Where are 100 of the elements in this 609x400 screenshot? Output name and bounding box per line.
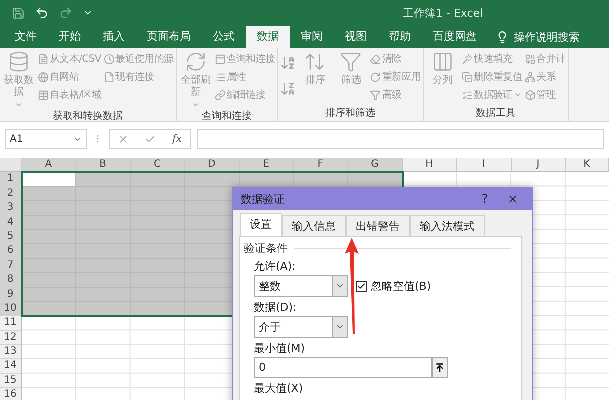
- row-header[interactable]: 13: [0, 345, 22, 360]
- minimum-input[interactable]: 0: [254, 357, 432, 378]
- column-header[interactable]: F: [294, 158, 348, 172]
- selected-cell[interactable]: [240, 172, 294, 187]
- row-header[interactable]: 16: [0, 388, 22, 400]
- ribbon-tab[interactable]: 公式: [202, 26, 246, 48]
- row-header[interactable]: 6: [0, 244, 22, 259]
- dialog-title: 数据验证: [241, 192, 286, 206]
- collapse-button[interactable]: [432, 357, 448, 378]
- filter-icon: [370, 90, 382, 100]
- dialog-tab[interactable]: 输入法模式: [410, 215, 485, 236]
- insert-function-button[interactable]: fx: [172, 134, 182, 144]
- ribbon-tab[interactable]: 页面布局: [136, 26, 202, 48]
- data-select[interactable]: 介于: [254, 316, 348, 338]
- section-title: 验证条件: [244, 241, 288, 256]
- field-label: 最大值(X): [254, 381, 304, 396]
- caret-icon: [192, 101, 200, 109]
- link-icon: [214, 90, 226, 100]
- selected-cell[interactable]: [22, 216, 76, 230]
- selected-cell[interactable]: [348, 172, 403, 187]
- columns-icon: [432, 51, 454, 73]
- ribbon-tab[interactable]: 审阅: [290, 26, 334, 48]
- field-label: 数据(D):: [254, 300, 298, 315]
- column-header[interactable]: J: [512, 158, 566, 172]
- checklist-icon: [462, 90, 474, 100]
- filter-icon: [340, 51, 362, 73]
- eraser-icon: [370, 54, 382, 64]
- dialog-tab[interactable]: 设置: [240, 213, 282, 236]
- help-button[interactable]: ?: [474, 192, 496, 206]
- select-all-corner[interactable]: [0, 158, 22, 172]
- sort-icon: [304, 51, 326, 73]
- selected-cell[interactable]: [22, 288, 76, 302]
- search-field[interactable]: 操作说明搜索: [514, 30, 580, 44]
- row-header[interactable]: 15: [0, 374, 22, 388]
- name-box[interactable]: A1: [5, 129, 87, 149]
- save-icon[interactable]: [12, 6, 25, 20]
- ribbon-tab[interactable]: 插入: [92, 26, 136, 48]
- box-icon: [524, 90, 536, 100]
- redo-icon[interactable]: [59, 6, 73, 20]
- ribbon-tab[interactable]: 数据: [246, 26, 290, 48]
- row-header[interactable]: 14: [0, 359, 22, 374]
- group-label: 获取和转换数据: [52, 110, 124, 121]
- selected-cell[interactable]: [22, 273, 76, 288]
- lightbulb-icon: [496, 30, 509, 44]
- window-title: 工作簿1 - Excel: [403, 6, 484, 20]
- column-header[interactable]: E: [240, 158, 294, 172]
- sort-ascending-icon: [280, 55, 296, 71]
- document-icon: [104, 72, 115, 82]
- selected-cell[interactable]: [185, 172, 240, 187]
- group-label: 数据工具: [474, 107, 517, 121]
- clock-icon: [104, 54, 115, 64]
- selected-cell[interactable]: [294, 172, 348, 187]
- ignore-blank-checkbox[interactable]: 忽略空值(B): [356, 278, 432, 294]
- selected-cell[interactable]: [76, 172, 131, 187]
- ribbon-tab[interactable]: 百度网盘: [422, 26, 488, 48]
- document-icon: [38, 54, 49, 64]
- undo-icon[interactable]: [35, 6, 49, 20]
- wand-icon: [462, 54, 474, 64]
- table-icon: [38, 90, 49, 100]
- allow-select[interactable]: 整数: [254, 275, 348, 297]
- row-header[interactable]: 12: [0, 330, 22, 346]
- group-label: 查询和连接: [201, 110, 254, 121]
- row-header[interactable]: 8: [0, 273, 22, 288]
- selected-cell[interactable]: [22, 186, 76, 202]
- row-header[interactable]: 3: [0, 201, 22, 216]
- column-header[interactable]: H: [402, 158, 458, 172]
- column-header[interactable]: D: [185, 158, 240, 172]
- selected-cell[interactable]: [22, 230, 76, 244]
- active-cell[interactable]: [22, 172, 76, 187]
- ribbon-tab[interactable]: 文件: [4, 26, 48, 48]
- caret-icon: [15, 101, 23, 109]
- dialog-tab[interactable]: 出错警告: [346, 215, 410, 236]
- selected-cell[interactable]: [130, 172, 186, 187]
- ribbon-tab[interactable]: 帮助: [378, 26, 422, 48]
- sort-descending-icon: [280, 81, 296, 97]
- column-header[interactable]: A: [22, 158, 76, 172]
- close-button[interactable]: ×: [502, 192, 524, 206]
- row-header[interactable]: 1: [0, 172, 22, 187]
- check-icon[interactable]: [145, 134, 156, 144]
- column-header[interactable]: B: [76, 158, 131, 172]
- selected-cell[interactable]: [22, 244, 76, 259]
- cancel-icon[interactable]: [118, 134, 130, 144]
- selected-cell[interactable]: [22, 201, 76, 216]
- formula-input[interactable]: [197, 129, 604, 149]
- ribbon-tab[interactable]: 开始: [48, 26, 92, 48]
- group-label: 排序和筛选: [324, 106, 377, 121]
- column-header[interactable]: I: [457, 158, 512, 172]
- selected-cell[interactable]: [76, 186, 131, 202]
- column-header[interactable]: G: [348, 158, 403, 172]
- dialog-tab[interactable]: 输入信息: [282, 215, 346, 236]
- column-header[interactable]: K: [566, 158, 609, 172]
- panel-icon: [214, 54, 226, 64]
- selected-cell[interactable]: [22, 258, 76, 274]
- column-header[interactable]: C: [130, 158, 186, 172]
- upload-icon: [435, 362, 445, 372]
- row-header[interactable]: 11: [0, 316, 22, 331]
- field-label: 允许(A):: [254, 259, 297, 274]
- ribbon-tab[interactable]: 视图: [334, 26, 378, 48]
- network-icon: [524, 72, 536, 82]
- rotate-icon: [370, 72, 382, 82]
